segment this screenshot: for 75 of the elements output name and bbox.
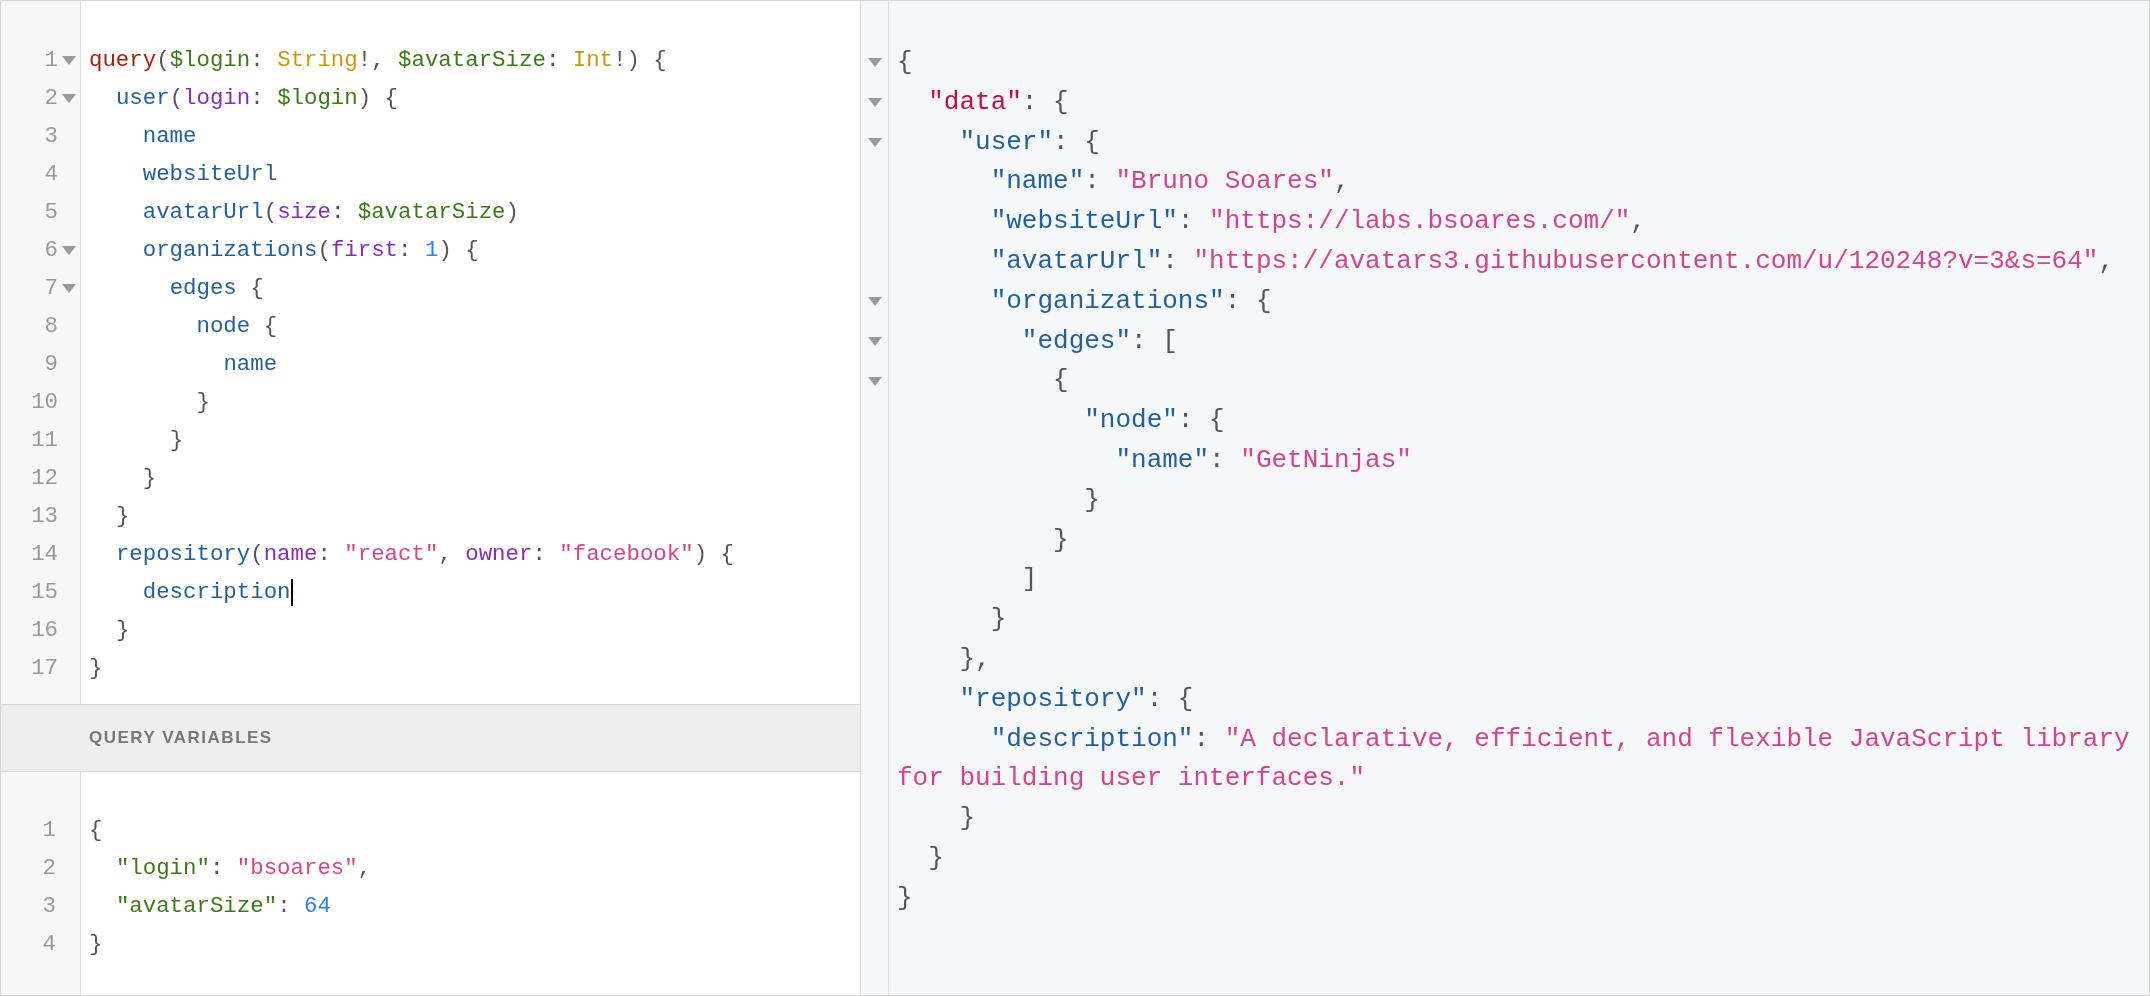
code-line: "name": "GetNinjas" (1114, 443, 1412, 477)
line-number: 3 (44, 122, 58, 151)
code-line: { (897, 46, 913, 79)
code-line: avatarUrl(size: $avatarSize) (141, 198, 519, 227)
line-number: 11 (31, 426, 58, 455)
line-number: 10 (31, 388, 58, 417)
line-number: 8 (44, 312, 58, 341)
line-number: 2 (44, 84, 58, 113)
code-line: name (222, 350, 278, 379)
code-line: "login": "bsoares", (114, 854, 372, 883)
line-number: 12 (31, 464, 58, 493)
line-number: 13 (31, 502, 58, 531)
line-number: 5 (44, 198, 58, 227)
code-line: "node": { (1083, 404, 1225, 438)
code-line: } (114, 502, 130, 531)
line-number: 3 (42, 892, 56, 921)
code-line: } (989, 603, 1007, 637)
code-line: name (141, 122, 197, 151)
fold-arrow-icon[interactable] (868, 336, 882, 346)
code-line: "data": { (927, 85, 1069, 119)
code-line: ] (1020, 563, 1038, 597)
code-line: "name": "Bruno Soares", (989, 165, 1350, 199)
line-number: 14 (31, 540, 58, 569)
code-line: } (141, 464, 157, 493)
line-number: 2 (42, 854, 56, 883)
code-line: } (89, 930, 103, 959)
code-line: "user": { (958, 125, 1100, 159)
line-number: 6 (44, 236, 58, 265)
fold-arrow-icon[interactable] (868, 376, 882, 386)
code-line: } (168, 426, 184, 455)
code-line: { (89, 816, 103, 845)
code-line: "edges": [ (1020, 324, 1178, 358)
code-line: repository(name: "react", owner: "facebook") { (114, 540, 734, 569)
code-line: description (141, 577, 293, 608)
variables-header[interactable]: QUERY VARIABLES (1, 704, 860, 772)
code-line: } (897, 881, 913, 915)
code-line: user(login: $login) { (114, 84, 399, 113)
code-line: "description": "A declarative, efficient, and flexible JavaScript library for building user interfaces." (897, 722, 2131, 796)
line-number: 4 (44, 160, 58, 189)
line-number: 1 (44, 46, 58, 75)
code-line: organizations(first: 1) { (141, 236, 479, 265)
line-number: 15 (31, 578, 58, 607)
panel-title[interactable]: QUERY VARIABLES (89, 728, 273, 748)
code-line: "repository": { (958, 682, 1194, 716)
code-line: } (195, 388, 210, 417)
line-number: 16 (31, 616, 58, 645)
line-number: 9 (44, 350, 58, 379)
code-line: "avatarSize": 64 (114, 892, 331, 921)
code-line: } (1083, 483, 1100, 517)
code-line: websiteUrl (141, 160, 278, 189)
code-line: } (114, 616, 130, 645)
code-line: "avatarUrl": "https://avatars3.githubusercontent.com/u/120248?v=3&s=64", (989, 245, 2115, 278)
code-line: "websiteUrl": "https://labs.bsoares.com/", (989, 205, 1646, 239)
fold-arrow-icon[interactable] (868, 98, 882, 108)
code-line: } (958, 802, 976, 836)
line-number: 7 (44, 274, 58, 303)
fold-arrow-icon[interactable] (62, 245, 76, 255)
fold-arrow-icon[interactable] (868, 58, 882, 68)
code-line: query($login: String!, $avatarSize: Int!) { (89, 46, 667, 75)
code-line: node { (195, 312, 278, 341)
fold-arrow-icon[interactable] (62, 93, 76, 103)
line-number: 17 (31, 654, 58, 683)
code-line: } (927, 841, 944, 875)
code-line: { (1052, 364, 1069, 398)
code-line: } (1052, 523, 1069, 557)
code-line: edges { (168, 274, 264, 303)
line-number: 4 (42, 930, 56, 959)
fold-arrow-icon[interactable] (62, 55, 76, 65)
code-line: "organizations": { (989, 284, 1272, 318)
fold-arrow-icon[interactable] (868, 297, 882, 307)
code-line: }, (958, 642, 991, 676)
fold-arrow-icon[interactable] (62, 283, 76, 293)
code-line: } (89, 654, 103, 683)
fold-arrow-icon[interactable] (868, 138, 882, 147)
line-number: 1 (42, 816, 56, 845)
